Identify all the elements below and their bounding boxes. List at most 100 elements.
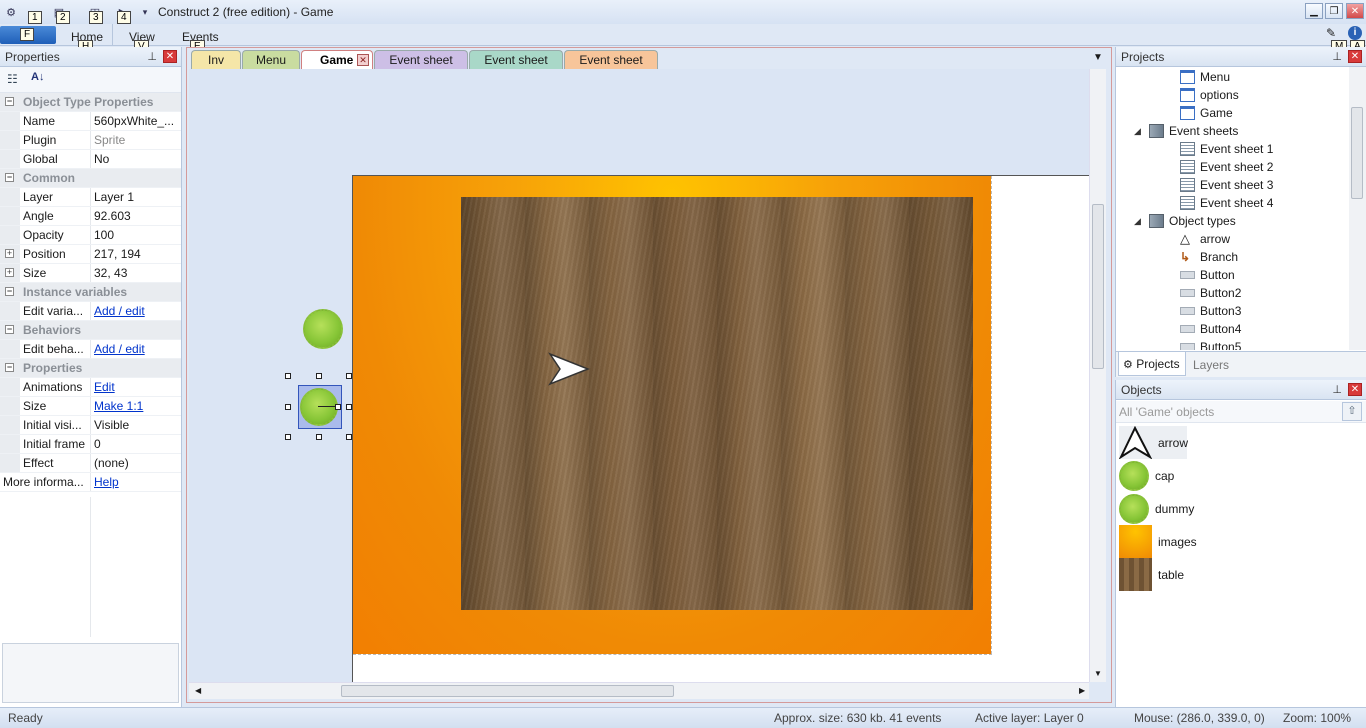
close-window-button[interactable]: ✕: [1346, 3, 1364, 19]
object-item-arrow[interactable]: arrow: [1118, 425, 1188, 460]
close-properties-button[interactable]: ✕: [163, 50, 177, 63]
minimize-button[interactable]: ▁: [1305, 3, 1323, 19]
property-row[interactable]: Edit beha... Add / edit: [0, 340, 181, 359]
table-sprite[interactable]: [461, 197, 973, 610]
customize-quick-access-icon[interactable]: ▾: [136, 3, 154, 21]
property-value[interactable]: Help: [91, 473, 181, 491]
resize-handle[interactable]: [285, 434, 291, 440]
resize-handle[interactable]: [346, 373, 352, 379]
property-value[interactable]: Edit: [91, 378, 181, 396]
tree-item-event-sheet-1[interactable]: Event sheet 1: [1180, 142, 1273, 156]
tree-item-menu[interactable]: Menu: [1180, 70, 1230, 84]
collapse-icon[interactable]: −: [5, 97, 14, 106]
scroll-left-icon[interactable]: ◀: [195, 686, 201, 695]
pin-icon[interactable]: ⊥: [1332, 383, 1342, 396]
property-row[interactable]: Effect (none): [0, 454, 181, 473]
tree-item-button4[interactable]: Button4: [1180, 322, 1241, 336]
close-objects-button[interactable]: ✕: [1348, 383, 1362, 396]
tree-item-button3[interactable]: Button3: [1180, 304, 1241, 318]
vertical-scroll-thumb[interactable]: [1092, 204, 1104, 369]
resize-handle[interactable]: [316, 434, 322, 440]
tree-item-object-types[interactable]: ◢ Object types: [1134, 214, 1236, 228]
categorized-icon[interactable]: ☷: [7, 72, 18, 86]
projects-tab[interactable]: ⚙ Projects: [1118, 352, 1186, 376]
alphabetical-sort-icon[interactable]: A↓: [31, 71, 44, 83]
object-item-images[interactable]: images: [1119, 525, 1197, 558]
object-item-cap[interactable]: cap: [1119, 459, 1174, 492]
collapse-icon[interactable]: −: [5, 363, 14, 372]
tree-item-branch[interactable]: ↳ Branch: [1180, 250, 1238, 264]
property-row[interactable]: Initial visi... Visible: [0, 416, 181, 435]
tree-item-event-sheets[interactable]: ◢ Event sheets: [1134, 124, 1238, 138]
tab-menu[interactable]: Menu: [242, 50, 300, 69]
property-row[interactable]: Opacity 100: [0, 226, 181, 245]
tree-item-arrow[interactable]: △ arrow: [1180, 232, 1230, 247]
tab-inv[interactable]: Inv: [191, 50, 241, 69]
resize-handle[interactable]: [346, 434, 352, 440]
tree-item-button[interactable]: Button: [1180, 268, 1235, 282]
scroll-down-icon[interactable]: ▼: [1094, 669, 1102, 678]
tab-event-sheet-2[interactable]: Event sheet 2: [469, 50, 563, 81]
layers-tab[interactable]: Layers: [1193, 358, 1229, 372]
tree-item-button2[interactable]: Button2: [1180, 286, 1241, 300]
object-item-table[interactable]: table: [1119, 558, 1184, 591]
property-value[interactable]: Add / edit: [91, 340, 181, 358]
horizontal-scrollbar[interactable]: ◀ ▶: [189, 682, 1089, 699]
property-row[interactable]: Edit varia... Add / edit: [0, 302, 181, 321]
app-menu-icon[interactable]: ⚙: [2, 3, 20, 21]
object-item-dummy[interactable]: dummy: [1119, 492, 1194, 525]
up-folder-icon[interactable]: ⇧: [1342, 402, 1362, 421]
expand-arrow-icon[interactable]: ◢: [1134, 126, 1144, 137]
tree-item-event-sheet-4[interactable]: Event sheet 4: [1180, 196, 1273, 210]
dummy-sprite-selected[interactable]: [300, 388, 338, 426]
tab-event-sheet-4[interactable]: Event sheet 4: [564, 50, 658, 81]
vertical-scrollbar[interactable]: ▼: [1089, 69, 1106, 682]
collapse-icon[interactable]: −: [5, 287, 14, 296]
projects-scrollbar[interactable]: [1349, 67, 1366, 350]
resize-handle[interactable]: [285, 373, 291, 379]
resize-handle[interactable]: [285, 404, 291, 410]
pin-ribbon-icon[interactable]: ✎: [1326, 26, 1336, 40]
close-tab-icon[interactable]: ✕: [357, 54, 369, 66]
property-value[interactable]: Add / edit: [91, 302, 181, 320]
tree-item-button5[interactable]: Button5: [1180, 340, 1241, 350]
tab-event-sheet-1[interactable]: Event sheet 1: [374, 50, 468, 81]
property-link[interactable]: Add / edit: [94, 342, 145, 356]
tree-item-event-sheet-2[interactable]: Event sheet 2: [1180, 160, 1273, 174]
arrow-sprite[interactable]: [548, 352, 590, 386]
resize-handle[interactable]: [346, 404, 352, 410]
property-row[interactable]: Plugin Sprite: [0, 131, 181, 150]
property-row[interactable]: + Size 32, 43: [0, 264, 181, 283]
help-icon[interactable]: i: [1348, 26, 1362, 40]
tab-list-dropdown-icon[interactable]: ▼: [1093, 52, 1103, 63]
property-row[interactable]: Name 560pxWhite_...: [0, 112, 181, 131]
tree-item-options[interactable]: options: [1180, 88, 1239, 102]
pin-icon[interactable]: ⊥: [1332, 50, 1342, 63]
collapse-icon[interactable]: −: [5, 173, 14, 182]
collapse-icon[interactable]: −: [5, 325, 14, 334]
layout-canvas[interactable]: [189, 69, 1089, 682]
tree-item-event-sheet-3[interactable]: Event sheet 3: [1180, 178, 1273, 192]
property-row[interactable]: Size Make 1:1: [0, 397, 181, 416]
restore-button[interactable]: ❐: [1325, 3, 1343, 19]
property-row[interactable]: More informa... Help: [0, 473, 181, 492]
property-link[interactable]: Edit: [94, 380, 115, 394]
projects-scroll-thumb[interactable]: [1351, 107, 1363, 199]
expand-icon[interactable]: +: [5, 268, 14, 277]
tree-item-game[interactable]: Game: [1180, 106, 1233, 120]
close-projects-button[interactable]: ✕: [1348, 50, 1362, 63]
expand-arrow-icon[interactable]: ◢: [1134, 216, 1144, 227]
resize-handle[interactable]: [316, 373, 322, 379]
property-row[interactable]: + Position 217, 194: [0, 245, 181, 264]
cap-sprite[interactable]: [303, 309, 343, 349]
tab-game[interactable]: Game ✕: [301, 50, 373, 69]
property-link[interactable]: Make 1:1: [94, 399, 143, 413]
rotate-handle[interactable]: [335, 404, 341, 410]
property-link[interactable]: Add / edit: [94, 304, 145, 318]
property-row[interactable]: Animations Edit: [0, 378, 181, 397]
horizontal-scroll-thumb[interactable]: [341, 685, 674, 697]
expand-icon[interactable]: +: [5, 249, 14, 258]
property-link[interactable]: Help: [94, 475, 119, 489]
property-row[interactable]: Layer Layer 1: [0, 188, 181, 207]
property-value[interactable]: Make 1:1: [91, 397, 181, 415]
